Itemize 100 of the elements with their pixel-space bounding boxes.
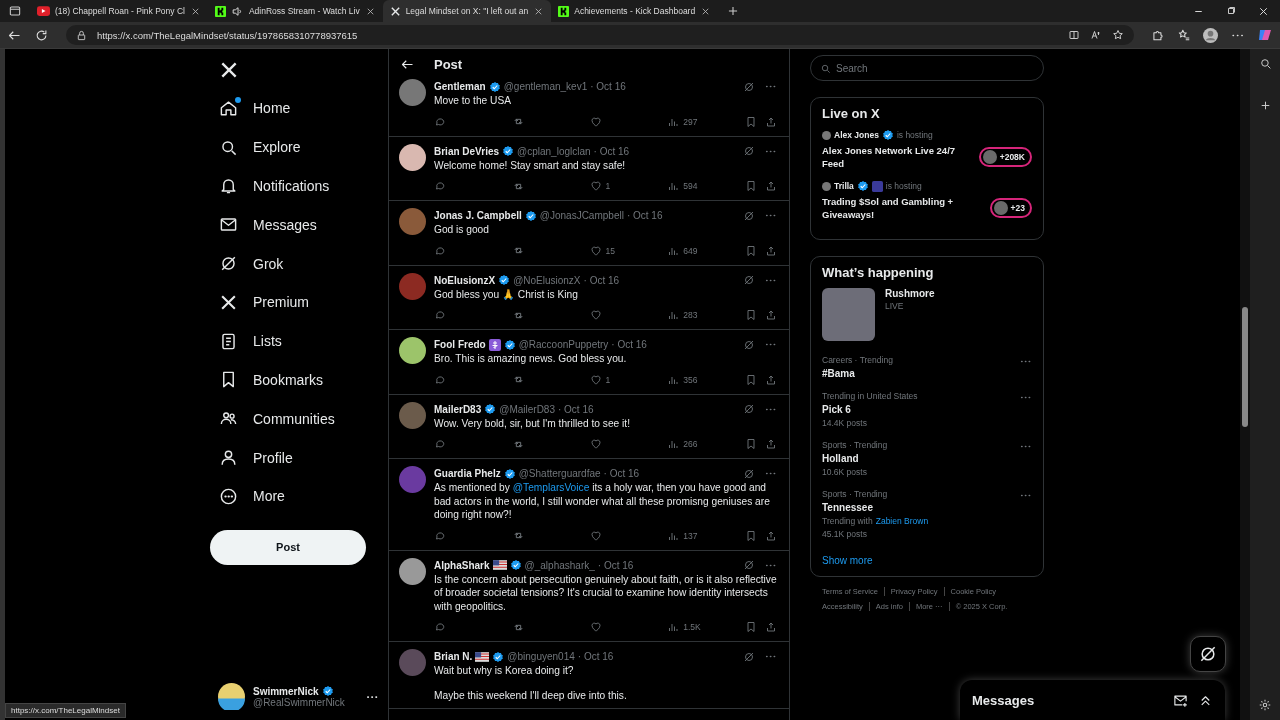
show-more-link[interactable]: Show more (822, 555, 1032, 566)
browser-tab[interactable]: (18) Chappell Roan - Pink Pony Cl (30, 0, 208, 22)
copilot-icon[interactable] (1257, 27, 1273, 43)
views-icon[interactable] (667, 309, 680, 321)
author-name[interactable]: Brian DeVries (434, 145, 500, 157)
grok-icon[interactable] (743, 80, 755, 93)
browser-tab[interactable]: Achievements - Kick Dashboard (551, 0, 719, 22)
author-handle[interactable]: @Shatterguardfae (518, 468, 601, 479)
nav-item[interactable]: Profile (210, 438, 388, 477)
like-icon[interactable] (589, 244, 602, 257)
featured-item[interactable]: Rushmore LIVE (822, 288, 1032, 341)
reply-post[interactable]: Fool Fredo @RaccoonPuppetry · Oct 16 Bro. This is amazing news. God bless you. 1 356 (389, 330, 789, 395)
author-name[interactable]: MailerD83 (434, 403, 482, 415)
share-icon[interactable] (765, 529, 777, 542)
reply-post[interactable]: Brian DeVries @cplan_loglclan · Oct 16 Welcome home! Stay smart and stay safe! 1 594 (389, 136, 789, 201)
post-date[interactable]: · Oct 16 (626, 210, 663, 221)
lock-icon[interactable] (76, 29, 87, 41)
reply-post[interactable]: MailerD83 @MailerD83 · Oct 16 Wow. Very bold, sir, but I'm thrilled to see it! 266 (389, 394, 789, 459)
nav-item[interactable]: Messages (210, 205, 388, 245)
avatar[interactable] (399, 337, 426, 364)
reply-post[interactable]: Gentleman @gentleman_kev1 · Oct 16 Move to the USA 297 (389, 79, 789, 137)
grok-icon[interactable] (743, 338, 755, 351)
scrollbar[interactable] (1240, 49, 1250, 720)
favorites-icon[interactable] (1177, 28, 1191, 42)
nav-item[interactable]: Bookmarks (210, 360, 388, 400)
share-icon[interactable] (765, 244, 777, 257)
like-icon[interactable] (589, 373, 602, 386)
messages-drawer[interactable]: Messages (960, 680, 1225, 720)
post-button[interactable]: Post (210, 529, 366, 565)
share-icon[interactable] (765, 438, 777, 450)
author-name[interactable]: Fool Fredo (434, 339, 486, 350)
reply-post[interactable]: Jonas J. Campbell @JonasJCampbell · Oct 16 God is good 15 649 (389, 201, 789, 266)
post-date[interactable]: · Oct 16 (590, 81, 626, 92)
grok-icon[interactable] (743, 559, 755, 571)
refresh-icon[interactable] (34, 27, 49, 43)
browser-tab[interactable]: Legal Mindset on X: "I left out an (382, 0, 552, 22)
post-date[interactable]: · Oct 16 (593, 145, 630, 157)
author-handle[interactable]: @_alphashark_ (524, 559, 595, 571)
bookmark-icon[interactable] (745, 438, 757, 450)
grok-icon[interactable] (743, 467, 755, 480)
views-icon[interactable] (667, 438, 680, 450)
star-icon[interactable] (1112, 29, 1124, 41)
profile-icon[interactable] (1203, 27, 1218, 43)
nav-item[interactable]: Premium (210, 283, 388, 322)
post-date[interactable]: · Oct 16 (603, 468, 640, 479)
bookmark-icon[interactable] (745, 309, 757, 321)
trend-item[interactable]: Sports · Trending Holland 10.6K posts (822, 440, 1032, 477)
trend-item[interactable]: Trending in United States Pick 6 14.4K posts (822, 391, 1032, 428)
author-handle[interactable]: @RaccoonPuppetry (518, 339, 609, 350)
like-icon[interactable] (589, 115, 602, 128)
nav-item[interactable]: Notifications (210, 166, 388, 206)
restore-icon[interactable] (1225, 5, 1237, 17)
avatar[interactable] (399, 143, 426, 171)
bookmark-icon[interactable] (745, 529, 757, 542)
live-item[interactable]: Trilla is hosting Trading $Sol and Gambling + Giveaways! +23 (822, 180, 1032, 221)
author-name[interactable]: Gentleman (434, 81, 486, 92)
like-icon[interactable] (589, 529, 602, 542)
x-logo-icon[interactable] (219, 60, 239, 80)
author-handle[interactable]: @NoElusionzX (513, 274, 581, 286)
read-aloud-icon[interactable] (1090, 29, 1102, 41)
author-handle[interactable]: @gentleman_kev1 (503, 81, 588, 92)
share-icon[interactable] (765, 621, 777, 633)
grok-icon[interactable] (743, 650, 755, 663)
grok-icon[interactable] (743, 274, 755, 286)
author-name[interactable]: Guardia Phelz (434, 468, 501, 479)
share-icon[interactable] (765, 180, 777, 192)
post-date[interactable]: · Oct 16 (558, 403, 594, 415)
bookmark-icon[interactable] (745, 115, 757, 128)
tab-actions-icon[interactable] (8, 4, 22, 18)
post-date[interactable]: · Oct 16 (611, 339, 647, 350)
browser-tab[interactable]: AdinRoss Stream - Watch Liv (207, 0, 383, 22)
search-field[interactable]: Search (810, 55, 1044, 81)
share-icon[interactable] (765, 115, 777, 128)
bookmark-icon[interactable] (745, 244, 757, 257)
bookmark-icon[interactable] (745, 373, 757, 386)
post-date[interactable]: · Oct 16 (597, 559, 634, 571)
nav-item[interactable]: Lists (210, 321, 388, 361)
search-icon[interactable] (1258, 57, 1272, 70)
like-icon[interactable] (589, 438, 602, 450)
reply-icon[interactable] (434, 621, 446, 633)
reply-icon[interactable] (434, 244, 446, 257)
live-item[interactable]: Alex Jones is hosting Alex Jones Network Live 24/7 Feed +208K (822, 129, 1032, 170)
trend-link[interactable]: Zabien Brown (875, 516, 929, 526)
grok-icon[interactable] (743, 209, 755, 222)
author-name[interactable]: NoElusionzX (434, 274, 496, 286)
author-name[interactable]: Brian N. (434, 651, 473, 662)
settings-icon[interactable] (1258, 698, 1272, 712)
like-icon[interactable] (589, 309, 602, 321)
reply-post[interactable]: Brian N. @binguyen014 · Oct 16 Wait but why is Korea doing it? Maybe this weekend I'll deep dive into this. (389, 642, 789, 709)
reply-icon[interactable] (434, 373, 446, 386)
author-handle[interactable]: @JonasJCampbell (539, 210, 624, 221)
grok-icon[interactable] (743, 403, 755, 415)
reply-post[interactable]: NoElusionzX @NoElusionzX · Oct 16 God bless you 🙏 Christ is King 283 (389, 265, 789, 330)
reply-icon[interactable] (434, 529, 446, 542)
speaker-icon[interactable] (230, 4, 244, 18)
address-field[interactable]: https://x.com/TheLegalMindset/status/1978658310778937615 (66, 25, 1134, 45)
avatar[interactable] (399, 557, 426, 585)
grok-icon[interactable] (743, 145, 755, 157)
grok-button[interactable] (1190, 636, 1226, 672)
nav-item[interactable]: Explore (210, 127, 388, 167)
